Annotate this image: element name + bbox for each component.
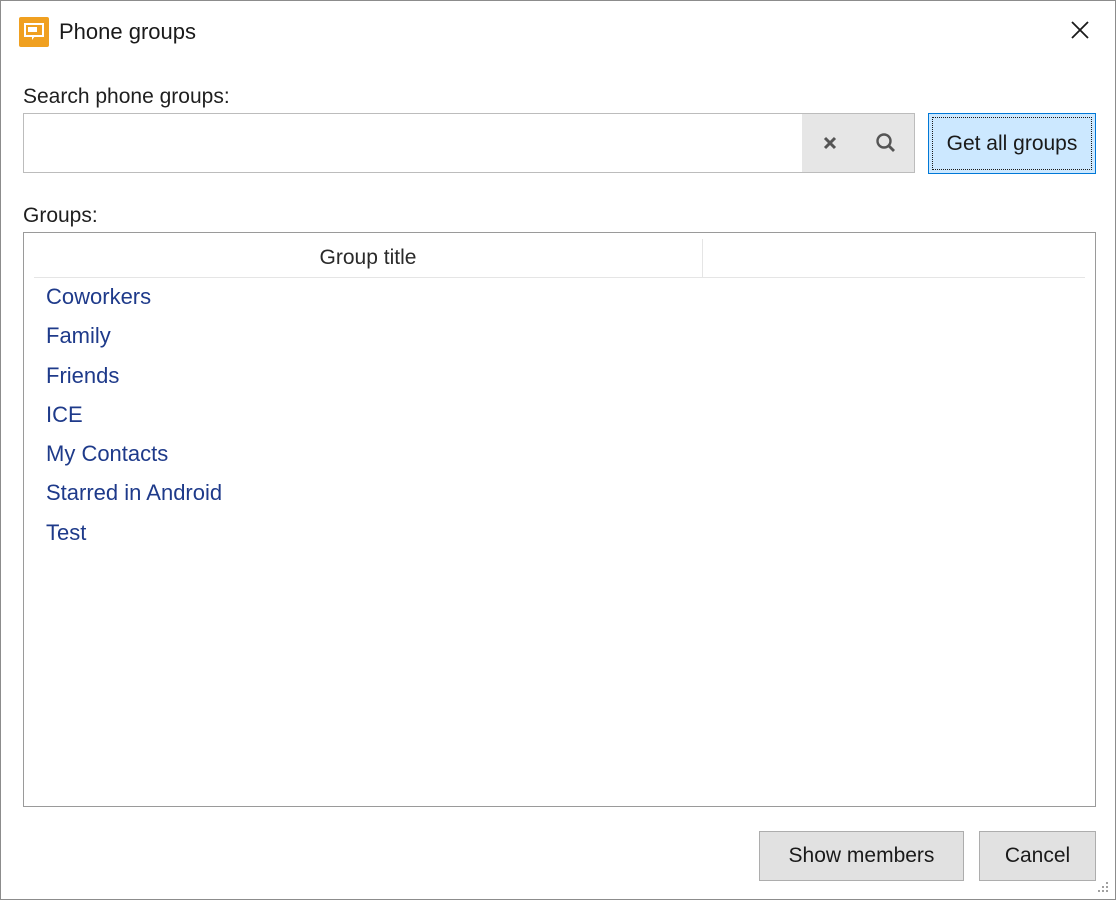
search-label: Search phone groups: (23, 85, 230, 108)
groups-label: Groups: (23, 204, 98, 227)
close-button[interactable] (1063, 13, 1097, 47)
search-button[interactable] (858, 114, 914, 172)
column-header-group-title[interactable]: Group title (34, 239, 703, 277)
search-input[interactable] (24, 114, 802, 172)
groups-list[interactable]: Group title Coworkers Family Friends ICE… (23, 232, 1096, 807)
focus-rectangle (932, 117, 1092, 170)
phone-groups-dialog: Phone groups Search phone groups: Get al… (0, 0, 1116, 900)
column-header-empty (703, 239, 1085, 277)
window-title: Phone groups (59, 19, 196, 44)
list-item[interactable]: Family (46, 320, 222, 359)
app-icon (19, 17, 49, 47)
search-icon (876, 133, 895, 152)
clear-search-button[interactable] (802, 114, 858, 172)
title-bar: Phone groups (1, 1, 1115, 61)
close-icon (1071, 21, 1089, 39)
list-item[interactable]: My Contacts (46, 438, 222, 477)
search-buttons (802, 114, 914, 172)
monitor-speech-icon (24, 23, 44, 40)
search-box (23, 113, 915, 173)
list-item[interactable]: Test (46, 517, 222, 556)
list-header: Group title (34, 239, 1085, 278)
list-item[interactable]: Starred in Android (46, 477, 222, 516)
list-item[interactable]: Coworkers (46, 281, 222, 320)
cancel-button[interactable]: Cancel (979, 831, 1096, 881)
group-rows: Coworkers Family Friends ICE My Contacts… (46, 281, 222, 556)
get-all-groups-button[interactable]: Get all groups (928, 113, 1096, 174)
cancel-label: Cancel (1004, 844, 1071, 867)
show-members-button[interactable]: Show members (759, 831, 964, 881)
list-item[interactable]: Friends (46, 360, 222, 399)
resize-grip-icon[interactable] (1095, 879, 1109, 893)
show-members-label: Show members (788, 844, 935, 867)
clear-icon (823, 136, 837, 150)
list-item[interactable]: ICE (46, 399, 222, 438)
